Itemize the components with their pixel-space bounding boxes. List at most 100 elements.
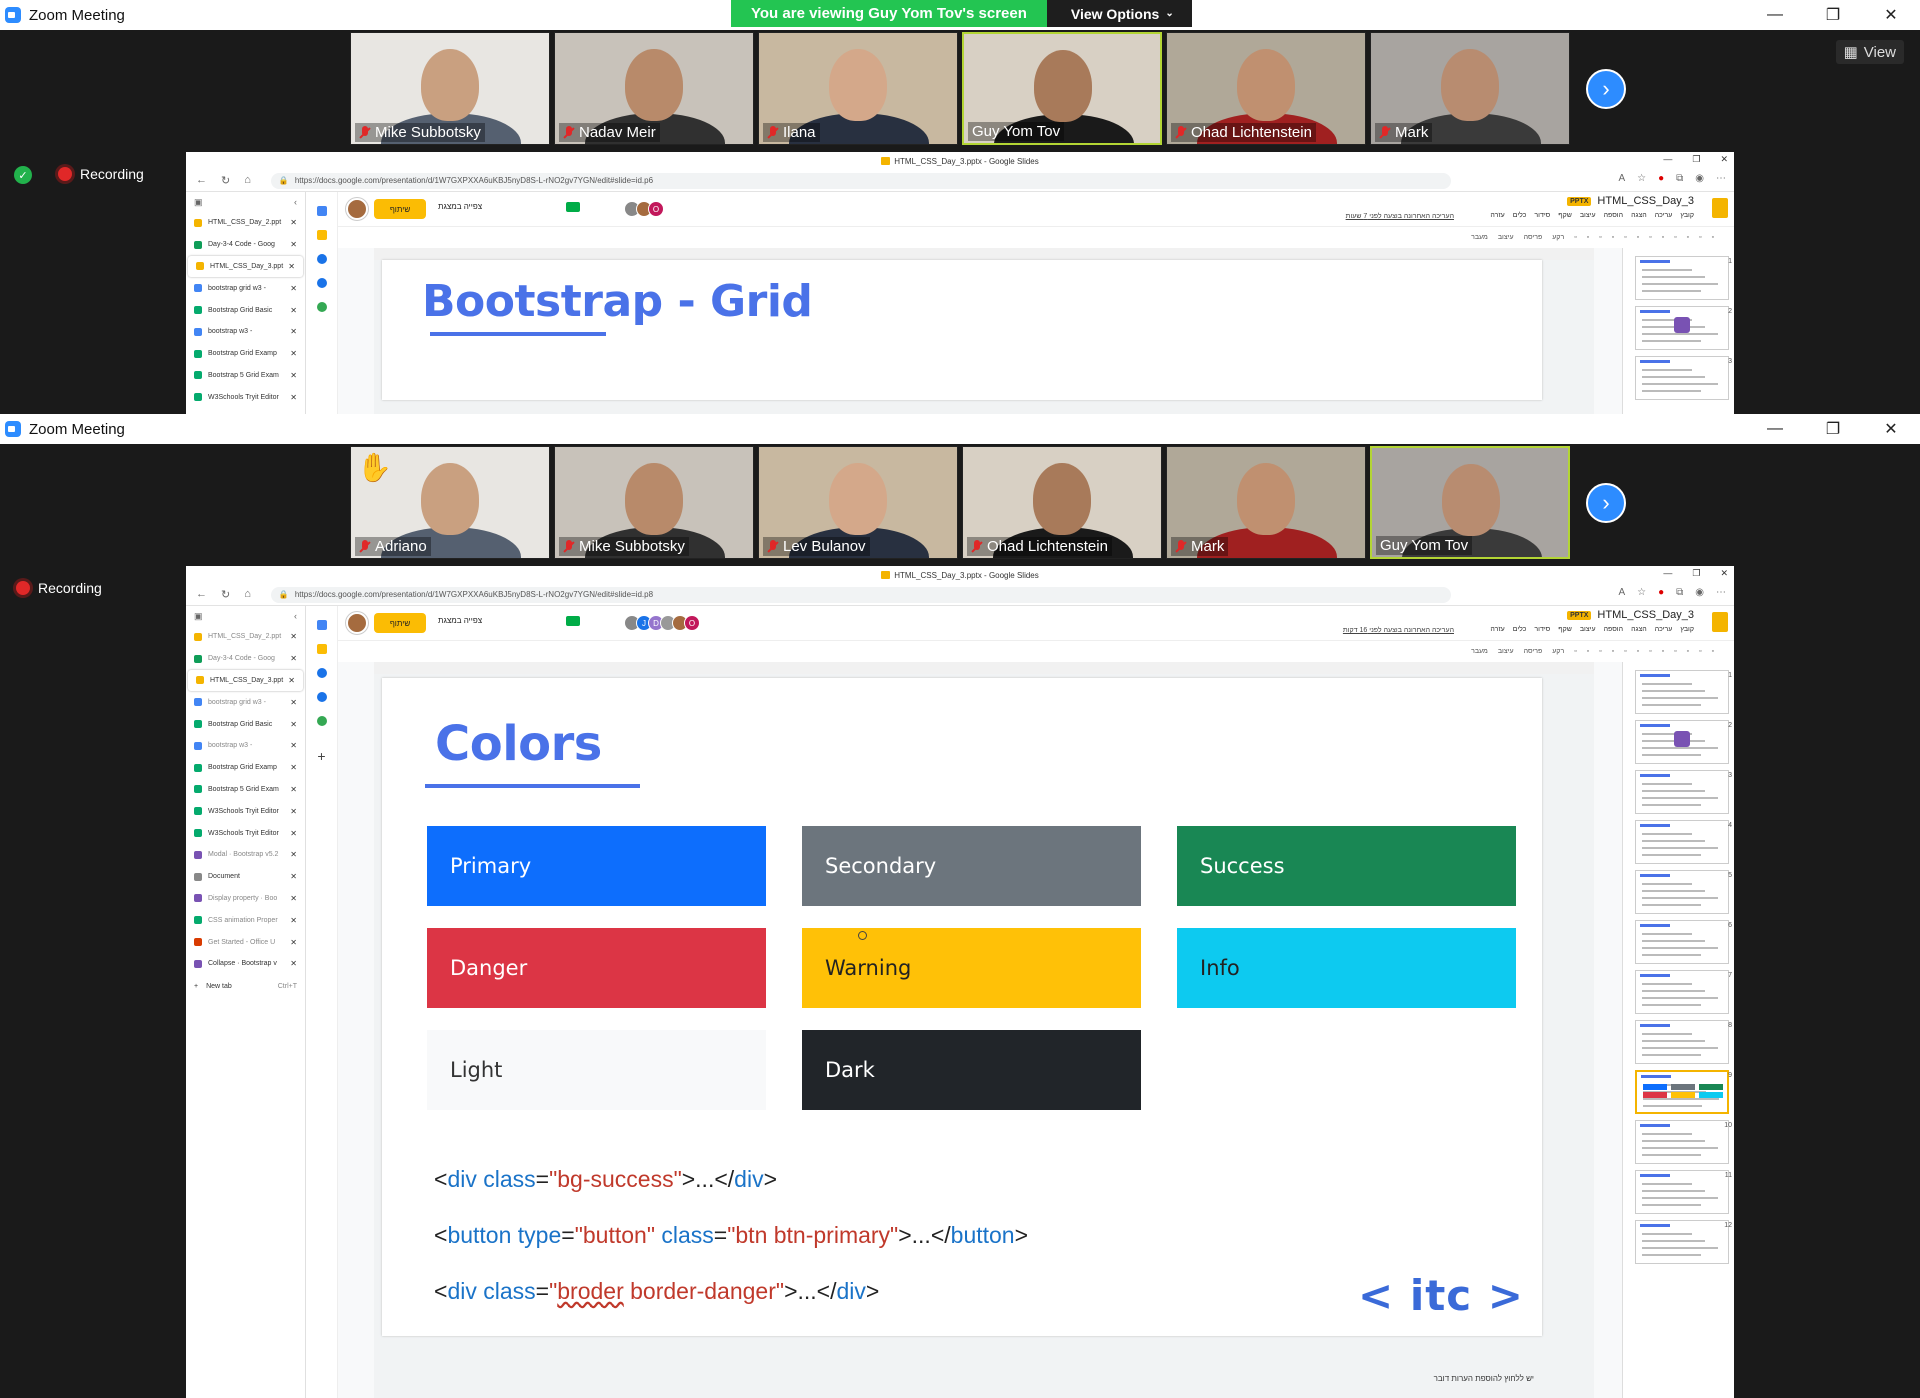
menu-item[interactable]: הוספה bbox=[1604, 212, 1623, 219]
maps-icon[interactable] bbox=[316, 302, 327, 312]
browser-minimize-icon[interactable]: — bbox=[1663, 568, 1672, 579]
close-tab-icon[interactable]: ✕ bbox=[290, 894, 297, 903]
read-aloud-icon[interactable]: A bbox=[1618, 173, 1625, 184]
menu-item[interactable]: סידור bbox=[1534, 626, 1550, 633]
close-tab-icon[interactable]: ✕ bbox=[290, 785, 297, 794]
comment-icon[interactable]: ▫ bbox=[1699, 648, 1701, 655]
shape-icon[interactable]: ▫ bbox=[1674, 648, 1676, 655]
toolbar-button[interactable]: עיצוב bbox=[1498, 234, 1514, 241]
next-page-button[interactable]: › bbox=[1586, 483, 1626, 523]
paint-format-icon[interactable]: ▫ bbox=[1612, 648, 1614, 655]
browser-tab[interactable]: HTML_CSS_Day_3.ppt ✕ bbox=[188, 669, 303, 692]
browser-tab[interactable]: W3Schools Tryit Editor ✕ bbox=[186, 386, 305, 408]
menu-item[interactable]: כלים bbox=[1513, 626, 1527, 633]
close-tab-icon[interactable]: ✕ bbox=[290, 916, 297, 925]
profile-icon[interactable]: ◉ bbox=[1695, 587, 1704, 598]
restore-icon[interactable]: ❐ bbox=[1804, 414, 1862, 444]
collapse-tabs-icon[interactable]: ‹ bbox=[294, 611, 297, 621]
close-tab-icon[interactable]: ✕ bbox=[290, 284, 297, 293]
menu-item[interactable]: סידור bbox=[1534, 212, 1550, 219]
select-icon[interactable]: ▫ bbox=[1637, 648, 1639, 655]
slide-thumbnail[interactable] bbox=[1635, 1070, 1729, 1114]
speaker-notes[interactable]: יש ללחוץ להוספת הערות דובר bbox=[1434, 1374, 1534, 1383]
toolbar-button[interactable]: מעבר bbox=[1471, 648, 1488, 655]
toolbar-button[interactable]: פריסה bbox=[1524, 648, 1543, 655]
view-button[interactable]: ▦ View bbox=[1835, 40, 1904, 64]
profile-icon[interactable]: ◉ bbox=[1695, 173, 1704, 184]
star-icon[interactable]: ☆ bbox=[1637, 587, 1646, 598]
slide-thumbnail[interactable] bbox=[1635, 770, 1729, 814]
close-icon[interactable]: ✕ bbox=[1862, 414, 1920, 444]
account-avatar[interactable] bbox=[346, 198, 368, 220]
meet-icon[interactable] bbox=[566, 202, 580, 212]
slide-thumbnail[interactable] bbox=[1635, 256, 1729, 300]
slide-colors[interactable]: Colors Primary Secondary Success Danger Warn… bbox=[382, 678, 1542, 1336]
browser-tab[interactable]: bootstrap grid w3 - ✕ bbox=[186, 277, 305, 299]
toolbar-button[interactable]: מעבר bbox=[1471, 234, 1488, 241]
minimize-icon[interactable]: — bbox=[1746, 0, 1804, 30]
browser-tab[interactable]: Bootstrap Grid Basic ✕ bbox=[186, 299, 305, 321]
browser-tab[interactable]: Day-3-4 Code - Goog ✕ bbox=[186, 234, 305, 256]
slide-thumbnail[interactable] bbox=[1635, 306, 1729, 350]
video-tile[interactable]: Guy Yom Tov bbox=[1370, 446, 1570, 559]
close-tab-icon[interactable]: ✕ bbox=[290, 371, 297, 380]
restore-icon[interactable]: ❐ bbox=[1804, 0, 1862, 30]
back-icon[interactable]: ← bbox=[196, 174, 207, 187]
tab-actions-icon[interactable]: ▣ bbox=[194, 197, 203, 208]
keep-icon[interactable] bbox=[316, 644, 327, 654]
browser-tab[interactable]: Modal · Bootstrap v5.2 ✕ bbox=[186, 844, 305, 866]
slide-bootstrap-grid[interactable]: Bootstrap - Grid bbox=[382, 260, 1542, 400]
close-tab-icon[interactable]: ✕ bbox=[288, 262, 295, 271]
browser-tab[interactable]: Bootstrap Grid Basic ✕ bbox=[186, 713, 305, 735]
new-tab-button[interactable]: + New tab Ctrl+T bbox=[186, 975, 305, 999]
text-box-icon[interactable]: ▫ bbox=[1649, 234, 1651, 241]
browser-tab[interactable]: bootstrap w3 - ✕ bbox=[186, 735, 305, 757]
close-tab-icon[interactable]: ✕ bbox=[290, 763, 297, 772]
slides-panel-icon[interactable] bbox=[316, 206, 327, 216]
print-icon[interactable]: ▫ bbox=[1599, 234, 1601, 241]
view-options-button[interactable]: View Options ⌄ bbox=[1046, 0, 1192, 27]
browser-close-icon[interactable]: ✕ bbox=[1720, 568, 1728, 579]
close-tab-icon[interactable]: ✕ bbox=[290, 938, 297, 947]
browser-tab[interactable]: Get Started - Office U ✕ bbox=[186, 931, 305, 953]
add-panel-icon[interactable]: + bbox=[306, 748, 337, 764]
menu-item[interactable]: עזרה bbox=[1490, 212, 1504, 219]
tasks-icon[interactable] bbox=[316, 668, 327, 678]
toolbar-button[interactable]: רקע bbox=[1552, 234, 1564, 241]
menu-item[interactable]: כלים bbox=[1513, 212, 1527, 219]
more-icon[interactable]: ⋯ bbox=[1716, 587, 1726, 598]
shape-icon[interactable]: ▫ bbox=[1674, 234, 1676, 241]
close-tab-icon[interactable]: ✕ bbox=[290, 741, 297, 750]
recording-indicator[interactable]: Recording bbox=[58, 166, 144, 182]
close-tab-icon[interactable]: ✕ bbox=[290, 654, 297, 663]
zoom-icon[interactable]: ▫ bbox=[1624, 234, 1626, 241]
meet-icon[interactable] bbox=[566, 616, 580, 626]
close-tab-icon[interactable]: ✕ bbox=[290, 240, 297, 249]
collaborator-avatar[interactable]: O bbox=[684, 615, 700, 631]
reload-icon[interactable]: ↻ bbox=[221, 174, 230, 187]
video-tile[interactable]: Guy Yom Tov bbox=[962, 32, 1162, 145]
slides-logo-icon[interactable] bbox=[1712, 612, 1728, 632]
comment-icon[interactable]: ▫ bbox=[1699, 234, 1701, 241]
menu-item[interactable]: עריכה bbox=[1655, 626, 1673, 633]
menu-item[interactable]: קובץ bbox=[1680, 626, 1694, 633]
browser-tab[interactable]: Document ✕ bbox=[186, 866, 305, 888]
collaborator-avatar[interactable]: O bbox=[648, 201, 664, 217]
image-icon[interactable]: ▫ bbox=[1662, 648, 1664, 655]
video-tile[interactable]: ✋ Adriano bbox=[350, 446, 550, 559]
account-avatar[interactable] bbox=[346, 612, 368, 634]
text-box-icon[interactable]: ▫ bbox=[1649, 648, 1651, 655]
video-tile[interactable]: Mike Subbotsky bbox=[350, 32, 550, 145]
browser-tab[interactable]: HTML_CSS_Day_3.ppt ✕ bbox=[188, 255, 303, 278]
keep-icon[interactable] bbox=[316, 230, 327, 240]
browser-restore-icon[interactable]: ❐ bbox=[1692, 568, 1700, 579]
close-tab-icon[interactable]: ✕ bbox=[290, 807, 297, 816]
browser-tab[interactable]: W3Schools Tryit Editor ✕ bbox=[186, 800, 305, 822]
menu-item[interactable]: עיצוב bbox=[1580, 212, 1596, 219]
menu-item[interactable]: הצגה bbox=[1631, 212, 1647, 219]
close-tab-icon[interactable]: ✕ bbox=[290, 850, 297, 859]
browser-tab[interactable]: Display property · Boo ✕ bbox=[186, 888, 305, 910]
maps-icon[interactable] bbox=[316, 716, 327, 726]
menu-item[interactable]: שקף bbox=[1558, 626, 1572, 633]
slides-panel-icon[interactable] bbox=[316, 620, 327, 630]
